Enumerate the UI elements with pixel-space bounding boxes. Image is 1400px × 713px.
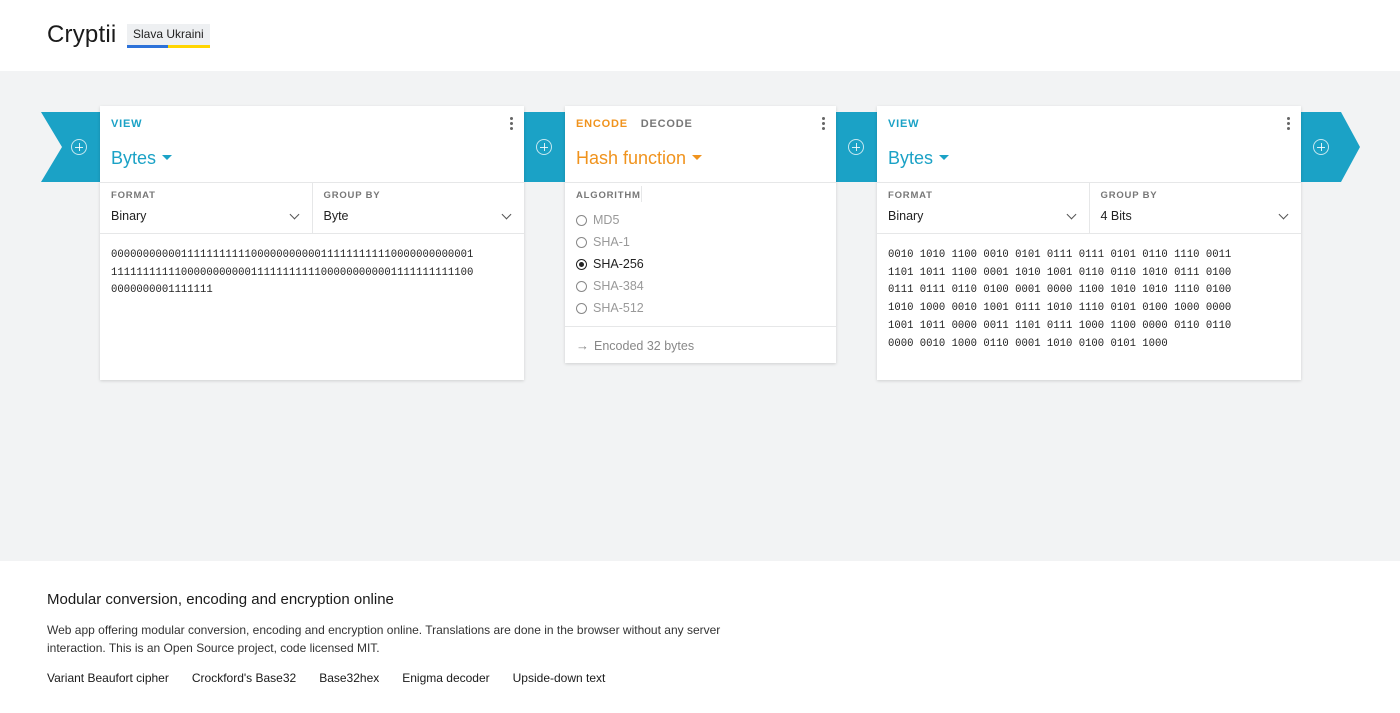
footer-link[interactable]: Upside-down text xyxy=(513,671,606,685)
slava-ukraini-badge[interactable]: Slava Ukraini xyxy=(127,24,210,48)
footer-heading: Modular conversion, encoding and encrypt… xyxy=(47,591,394,608)
group-by-value: 4 Bits xyxy=(1100,209,1132,223)
algorithm-option-sha1[interactable]: SHA-1 xyxy=(576,231,644,253)
brick-mode-row: VIEW xyxy=(888,118,928,130)
brick-title-selector[interactable]: Hash function xyxy=(576,148,703,169)
encode-status: → Encoded 32 bytes xyxy=(576,338,694,353)
encode-status-text: Encoded 32 bytes xyxy=(594,338,695,353)
badge-label: Slava Ukraini xyxy=(133,27,204,41)
mode-encode-tab[interactable]: ENCODE xyxy=(576,118,628,130)
app-title[interactable]: Cryptii xyxy=(47,21,116,49)
format-select[interactable]: FORMAT Binary xyxy=(877,183,1089,233)
chevron-down-icon xyxy=(501,209,512,220)
footer-link[interactable]: Variant Beaufort cipher xyxy=(47,671,169,685)
more-menu-icon[interactable] xyxy=(822,117,826,131)
algorithm-option-sha384[interactable]: SHA-384 xyxy=(576,275,644,297)
brick-settings: FORMAT Binary GROUP BY Byte xyxy=(100,183,524,234)
algorithm-option-label: SHA-1 xyxy=(593,235,630,249)
more-menu-icon[interactable] xyxy=(510,117,514,131)
algorithm-divider xyxy=(641,186,642,202)
group-by-select[interactable]: GROUP BY Byte xyxy=(311,183,525,233)
add-brick-icon-start[interactable] xyxy=(71,139,87,155)
more-menu-icon[interactable] xyxy=(1287,117,1291,131)
badge-stripe-blue xyxy=(127,45,169,48)
badge-stripe xyxy=(127,45,210,48)
group-by-label: GROUP BY xyxy=(323,190,381,201)
radio-button-icon xyxy=(576,302,587,314)
bytes-content-textarea[interactable]: 0000000000011111111111000000000001111111… xyxy=(111,247,513,300)
radio-button-icon xyxy=(576,236,587,248)
mode-view-tab[interactable]: VIEW xyxy=(888,118,919,130)
status-divider xyxy=(565,326,836,327)
footer-link[interactable]: Crockford's Base32 xyxy=(192,671,296,685)
brick-header: VIEW Bytes xyxy=(877,106,1301,183)
add-brick-icon-1[interactable] xyxy=(536,139,552,155)
group-by-select[interactable]: GROUP BY 4 Bits xyxy=(1088,183,1302,233)
caret-down-icon xyxy=(162,154,173,160)
algorithm-option-label: SHA-256 xyxy=(593,257,644,271)
algorithm-radio-group: MD5 SHA-1 SHA-256 SHA-384 SHA-512 xyxy=(576,209,644,319)
footer-link[interactable]: Base32hex xyxy=(319,671,379,685)
footer-links: Variant Beaufort cipher Crockford's Base… xyxy=(47,671,628,685)
algorithm-option-sha512[interactable]: SHA-512 xyxy=(576,297,644,319)
brick-bytes-input: VIEW Bytes FORMAT Binary GROUP BY Byte 0… xyxy=(100,106,524,380)
caret-down-icon xyxy=(939,154,950,160)
algorithm-option-sha256[interactable]: SHA-256 xyxy=(576,253,644,275)
radio-button-icon xyxy=(576,280,587,292)
add-brick-icon-end[interactable] xyxy=(1313,139,1329,155)
add-brick-icon-2[interactable] xyxy=(848,139,864,155)
brick-header: VIEW Bytes xyxy=(100,106,524,183)
chevron-down-icon xyxy=(289,209,299,220)
algorithm-option-md5[interactable]: MD5 xyxy=(576,209,644,231)
brick-title-selector[interactable]: Bytes xyxy=(888,148,950,169)
footer-description: Web app offering modular conversion, enc… xyxy=(47,623,721,655)
brick-title: Hash function xyxy=(576,148,687,168)
brick-settings: FORMAT Binary GROUP BY 4 Bits xyxy=(877,183,1301,234)
format-value: Binary xyxy=(111,209,147,223)
format-value: Binary xyxy=(888,209,924,223)
algorithm-option-label: SHA-512 xyxy=(593,301,644,315)
brick-header: ENCODE DECODE Hash function xyxy=(565,106,836,183)
algorithm-option-label: MD5 xyxy=(593,213,620,227)
format-label: FORMAT xyxy=(111,190,156,201)
brick-title: Bytes xyxy=(888,148,934,168)
mode-view-tab[interactable]: VIEW xyxy=(111,118,142,130)
format-select[interactable]: FORMAT Binary xyxy=(100,183,312,233)
brick-mode-row: VIEW xyxy=(111,118,151,130)
algorithm-option-label: SHA-384 xyxy=(593,279,644,293)
group-by-label: GROUP BY xyxy=(1100,190,1158,201)
brick-title: Bytes xyxy=(111,148,157,168)
badge-stripe-yellow xyxy=(168,45,210,48)
bytes-content-textarea[interactable]: 0010 1010 1100 0010 0101 0111 0111 0101 … xyxy=(888,247,1290,353)
brick-bytes-output: VIEW Bytes FORMAT Binary GROUP BY 4 Bits… xyxy=(877,106,1301,380)
caret-down-icon xyxy=(692,154,703,160)
radio-button-icon xyxy=(576,214,587,226)
chevron-down-icon xyxy=(1066,209,1076,220)
brick-mode-row: ENCODE DECODE xyxy=(576,118,702,130)
format-label: FORMAT xyxy=(888,190,933,201)
brick-hash-function: ENCODE DECODE Hash function ALGORITHM MD… xyxy=(565,106,836,363)
radio-button-selected-icon xyxy=(576,258,587,270)
app-header: Cryptii Slava Ukraini xyxy=(0,0,1400,71)
brick-title-selector[interactable]: Bytes xyxy=(111,148,173,169)
algorithm-label: ALGORITHM xyxy=(576,190,641,201)
group-by-value: Byte xyxy=(323,209,349,223)
arrow-right-icon: → xyxy=(576,338,589,353)
chevron-down-icon xyxy=(1278,209,1289,220)
mode-decode-tab[interactable]: DECODE xyxy=(641,118,693,130)
footer-link[interactable]: Enigma decoder xyxy=(402,671,489,685)
pipe-end-ribbon[interactable] xyxy=(1301,112,1360,182)
